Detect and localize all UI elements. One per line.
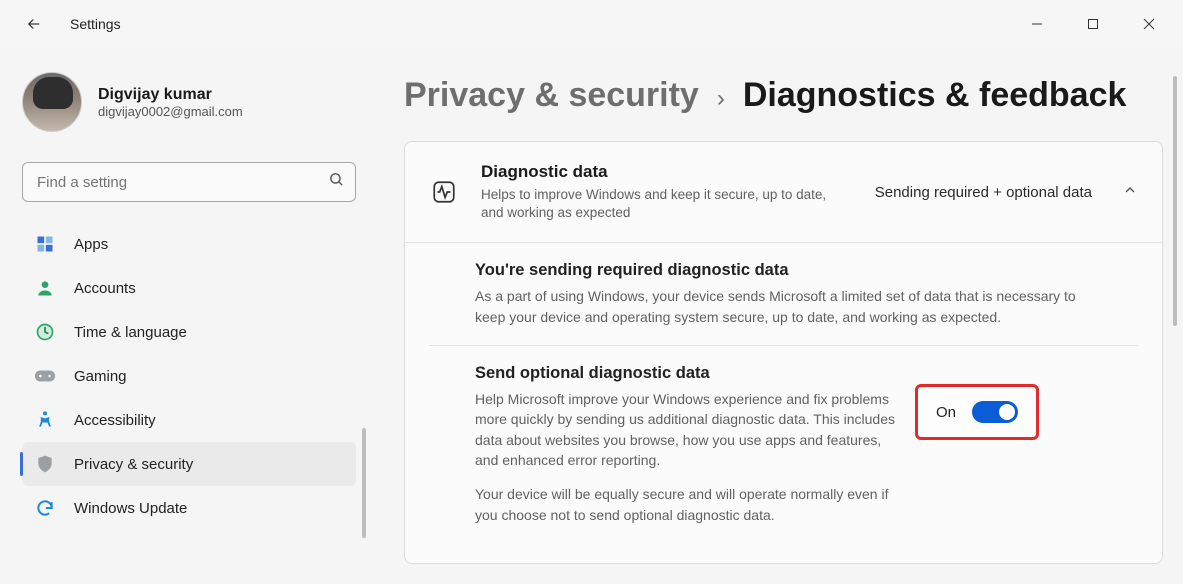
- window-controls: [1025, 12, 1175, 36]
- toggle-state-label: On: [936, 404, 956, 421]
- optional-data-toggle[interactable]: [972, 401, 1018, 423]
- diagnostic-header-title: Diagnostic data: [481, 162, 853, 182]
- close-button[interactable]: [1137, 12, 1161, 36]
- sidebar-item-label: Accounts: [74, 280, 136, 297]
- sidebar-item-apps[interactable]: Apps: [22, 222, 356, 266]
- sidebar: Digvijay kumar digvijay0002@gmail.com Ap…: [0, 48, 370, 584]
- sidebar-item-label: Time & language: [74, 324, 187, 341]
- avatar: [22, 72, 82, 132]
- apps-icon: [34, 233, 56, 255]
- maximize-button[interactable]: [1081, 12, 1105, 36]
- diagnostic-data-card: Diagnostic data Helps to improve Windows…: [404, 141, 1163, 564]
- sidebar-item-label: Gaming: [74, 368, 127, 385]
- chevron-up-icon: [1122, 182, 1138, 203]
- breadcrumb-parent[interactable]: Privacy & security: [404, 76, 699, 115]
- search-box[interactable]: [22, 162, 356, 202]
- nav: Apps Accounts Time & language Gaming: [22, 222, 356, 530]
- sidebar-scrollbar[interactable]: [362, 428, 366, 538]
- sidebar-item-label: Accessibility: [74, 412, 156, 429]
- toggle-knob: [999, 404, 1015, 420]
- main: Privacy & security › Diagnostics & feedb…: [370, 48, 1183, 584]
- gamepad-icon: [34, 365, 56, 387]
- required-data-section: You're sending required diagnostic data …: [475, 243, 1138, 345]
- sidebar-item-label: Apps: [74, 236, 108, 253]
- sidebar-item-label: Windows Update: [74, 500, 187, 517]
- optional-data-section: Send optional diagnostic data Help Micro…: [429, 345, 1138, 543]
- activity-icon: [429, 177, 459, 207]
- breadcrumb: Privacy & security › Diagnostics & feedb…: [404, 76, 1163, 115]
- sidebar-item-time-language[interactable]: Time & language: [22, 310, 356, 354]
- optional-toggle-highlight: On: [915, 384, 1039, 440]
- shield-icon: [34, 453, 56, 475]
- update-icon: [34, 497, 56, 519]
- sidebar-item-accounts[interactable]: Accounts: [22, 266, 356, 310]
- accessibility-icon: [34, 409, 56, 431]
- optional-body-p2: Your device will be equally secure and w…: [475, 484, 895, 525]
- page-title: Diagnostics & feedback: [743, 76, 1127, 115]
- search-icon: [328, 171, 345, 193]
- diagnostic-data-body: You're sending required diagnostic data …: [405, 243, 1162, 562]
- optional-body: Help Microsoft improve your Windows expe…: [475, 389, 895, 525]
- search-input[interactable]: [37, 174, 328, 191]
- sidebar-item-label: Privacy & security: [74, 456, 193, 473]
- sidebar-item-accessibility[interactable]: Accessibility: [22, 398, 356, 442]
- titlebar: Settings: [0, 0, 1183, 48]
- user-email: digvijay0002@gmail.com: [98, 104, 243, 119]
- sidebar-item-privacy-security[interactable]: Privacy & security: [22, 442, 356, 486]
- user-name: Digvijay kumar: [98, 86, 243, 104]
- sidebar-item-gaming[interactable]: Gaming: [22, 354, 356, 398]
- diagnostic-header-status: Sending required + optional data: [875, 184, 1092, 201]
- diagnostic-header-sub: Helps to improve Windows and keep it sec…: [481, 186, 841, 222]
- optional-body-p1: Help Microsoft improve your Windows expe…: [475, 389, 895, 470]
- app-title: Settings: [70, 16, 121, 32]
- chevron-right-icon: ›: [717, 85, 725, 113]
- accounts-icon: [34, 277, 56, 299]
- required-body: As a part of using Windows, your device …: [475, 286, 1085, 327]
- optional-title: Send optional diagnostic data: [475, 364, 895, 383]
- minimize-button[interactable]: [1025, 12, 1049, 36]
- diagnostic-data-header[interactable]: Diagnostic data Helps to improve Windows…: [405, 142, 1162, 243]
- required-title: You're sending required diagnostic data: [475, 261, 1138, 280]
- user-block[interactable]: Digvijay kumar digvijay0002@gmail.com: [22, 66, 356, 138]
- clock-globe-icon: [34, 321, 56, 343]
- main-scrollbar[interactable]: [1173, 76, 1177, 326]
- back-button[interactable]: [22, 12, 46, 36]
- sidebar-item-windows-update[interactable]: Windows Update: [22, 486, 356, 530]
